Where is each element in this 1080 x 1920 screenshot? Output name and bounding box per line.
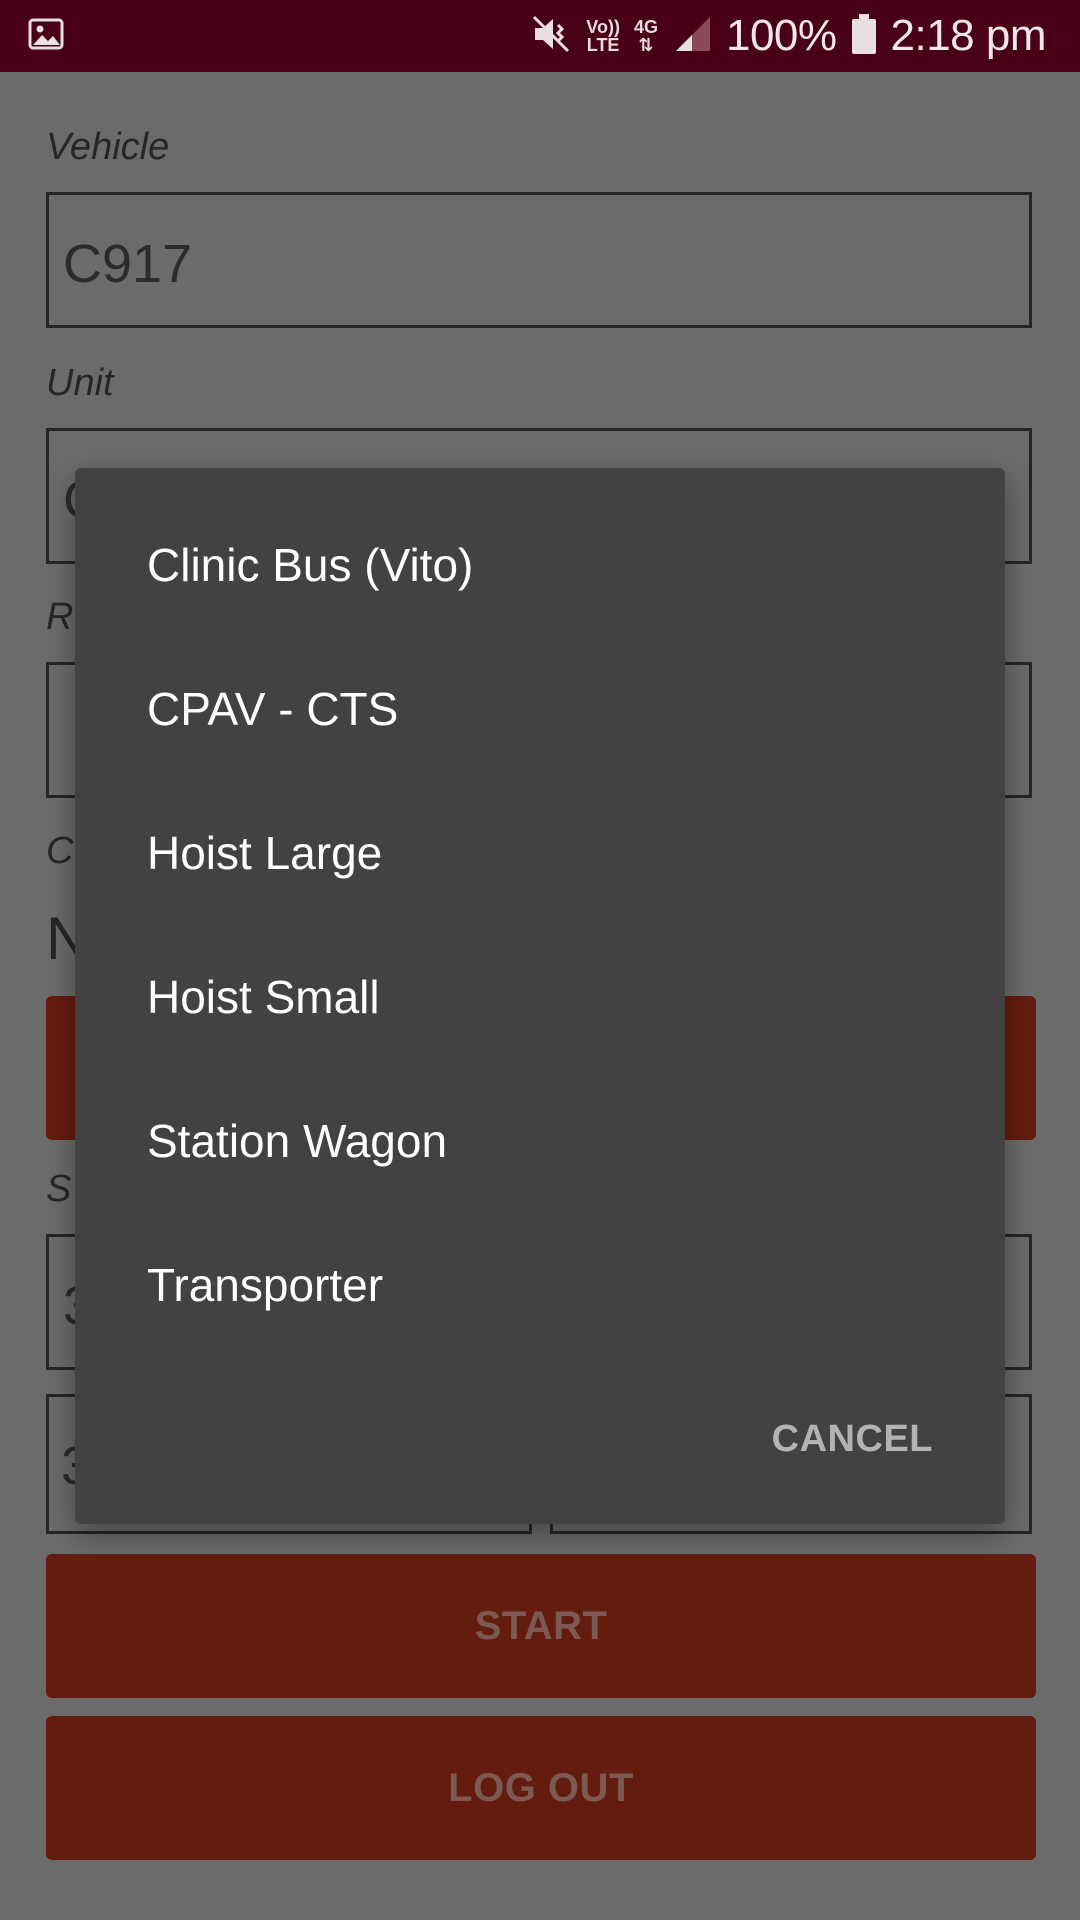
vehicle-value: C917 bbox=[63, 234, 193, 294]
vehicle-label: Vehicle bbox=[46, 126, 170, 168]
option-cpav-cts[interactable]: CPAV - CTS bbox=[75, 637, 1005, 781]
data-arrows-icon: ⇅ bbox=[638, 35, 654, 55]
network-type: 4G ⇅ bbox=[634, 18, 658, 54]
start-button[interactable]: START bbox=[46, 1554, 1036, 1698]
option-transporter[interactable]: Transporter bbox=[75, 1213, 1005, 1357]
vehicle-field[interactable]: C917 bbox=[46, 192, 1032, 328]
cancel-button[interactable]: CANCEL bbox=[772, 1418, 933, 1461]
option-station-wagon[interactable]: Station Wagon bbox=[75, 1069, 1005, 1213]
image-notification-icon bbox=[28, 16, 68, 56]
volte-bottom: LTE bbox=[586, 35, 620, 55]
volte-indicator: Vo)) LTE bbox=[586, 18, 620, 54]
volte-top: Vo)) bbox=[586, 17, 620, 37]
logout-button[interactable]: LOG OUT bbox=[46, 1716, 1036, 1860]
status-bar: Vo)) LTE 4G ⇅ 100% 2:18 pm bbox=[0, 0, 1080, 72]
battery-icon bbox=[851, 13, 877, 59]
network-label: 4G bbox=[633, 17, 658, 37]
battery-percent: 100% bbox=[725, 11, 837, 60]
clock: 2:18 pm bbox=[890, 11, 1047, 60]
option-hoist-small[interactable]: Hoist Small bbox=[75, 925, 1005, 1069]
route-label: R bbox=[46, 596, 74, 638]
unit-label: Unit bbox=[46, 362, 114, 404]
signal-icon bbox=[672, 15, 712, 58]
fourth-label: C bbox=[46, 830, 74, 872]
option-clinic-bus[interactable]: Clinic Bus (Vito) bbox=[75, 493, 1005, 637]
vehicle-type-dialog: Clinic Bus (Vito) CPAV - CTS Hoist Large… bbox=[75, 468, 1005, 1524]
fifth-label: S bbox=[46, 1168, 72, 1210]
mute-icon bbox=[532, 15, 572, 58]
option-hoist-large[interactable]: Hoist Large bbox=[75, 781, 1005, 925]
